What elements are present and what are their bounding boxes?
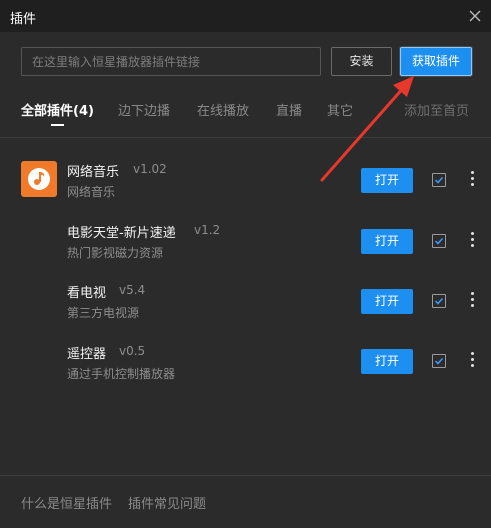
checkmark-icon [434,176,444,184]
plugin-version: v1.02 [133,162,167,176]
checkmark-icon [434,237,444,245]
what-is-plugin-link[interactable]: 什么是恒星插件 [21,493,112,512]
tab-other[interactable]: 其它 [327,100,353,119]
open-button[interactable]: 打开 [361,289,413,314]
show-on-home-checkbox[interactable] [432,294,446,308]
tab-stream-while-download[interactable]: 边下边播 [118,100,170,119]
show-on-home-checkbox[interactable] [432,173,446,187]
get-plugins-button[interactable]: 获取插件 [400,47,472,76]
plugin-description: 通过手机控制播放器 [67,367,176,381]
plugin-name: 看电视 [67,286,107,301]
install-button[interactable]: 安装 [331,47,392,76]
tab-online-play[interactable]: 在线播放 [197,100,249,119]
active-tab-indicator [51,124,64,126]
show-on-home-checkbox[interactable] [432,234,446,248]
more-options-button[interactable] [466,350,478,372]
plugin-version: v1.2 [194,223,221,237]
footer-divider [0,475,491,476]
plugin-row: 遥控器 v0.5 通过手机控制播放器 打开 [0,343,491,395]
title-bar: 插件 [0,0,491,32]
plugin-name: 遥控器 [67,347,107,362]
plugin-link-input[interactable] [21,47,321,76]
plugin-description: 第三方电视源 [67,306,140,320]
plugin-row: 看电视 v5.4 第三方电视源 打开 [0,282,491,334]
plugin-row: 网络音乐 v1.02 网络音乐 打开 [0,161,491,213]
open-button[interactable]: 打开 [361,349,413,374]
more-options-button[interactable] [466,230,478,252]
plugin-description: 网络音乐 [67,185,116,199]
plugin-name: 网络音乐 [67,165,120,180]
checkmark-icon [434,357,444,365]
close-button[interactable] [465,6,485,26]
plugin-row: 电影天堂-新片速递 v1.2 热门影视磁力资源 打开 [0,222,491,274]
music-note-icon [21,161,57,197]
open-button[interactable]: 打开 [361,229,413,254]
tab-live[interactable]: 直播 [276,100,302,119]
tabs-divider [0,137,491,138]
window-title: 插件 [10,12,37,27]
open-button[interactable]: 打开 [361,168,413,193]
tab-all-plugins[interactable]: 全部插件(4) [21,100,94,119]
plugin-name: 电影天堂-新片速递 [67,226,176,241]
add-to-home-link[interactable]: 添加至首页 [404,100,469,119]
more-options-button[interactable] [466,290,478,312]
plugin-version: v5.4 [119,283,146,297]
plugin-description: 热门影视磁力资源 [67,246,164,260]
close-icon [469,10,481,22]
plugin-version: v0.5 [119,344,146,358]
checkmark-icon [434,297,444,305]
more-options-button[interactable] [466,169,478,191]
plugin-faq-link[interactable]: 插件常见问题 [128,493,206,512]
show-on-home-checkbox[interactable] [432,354,446,368]
